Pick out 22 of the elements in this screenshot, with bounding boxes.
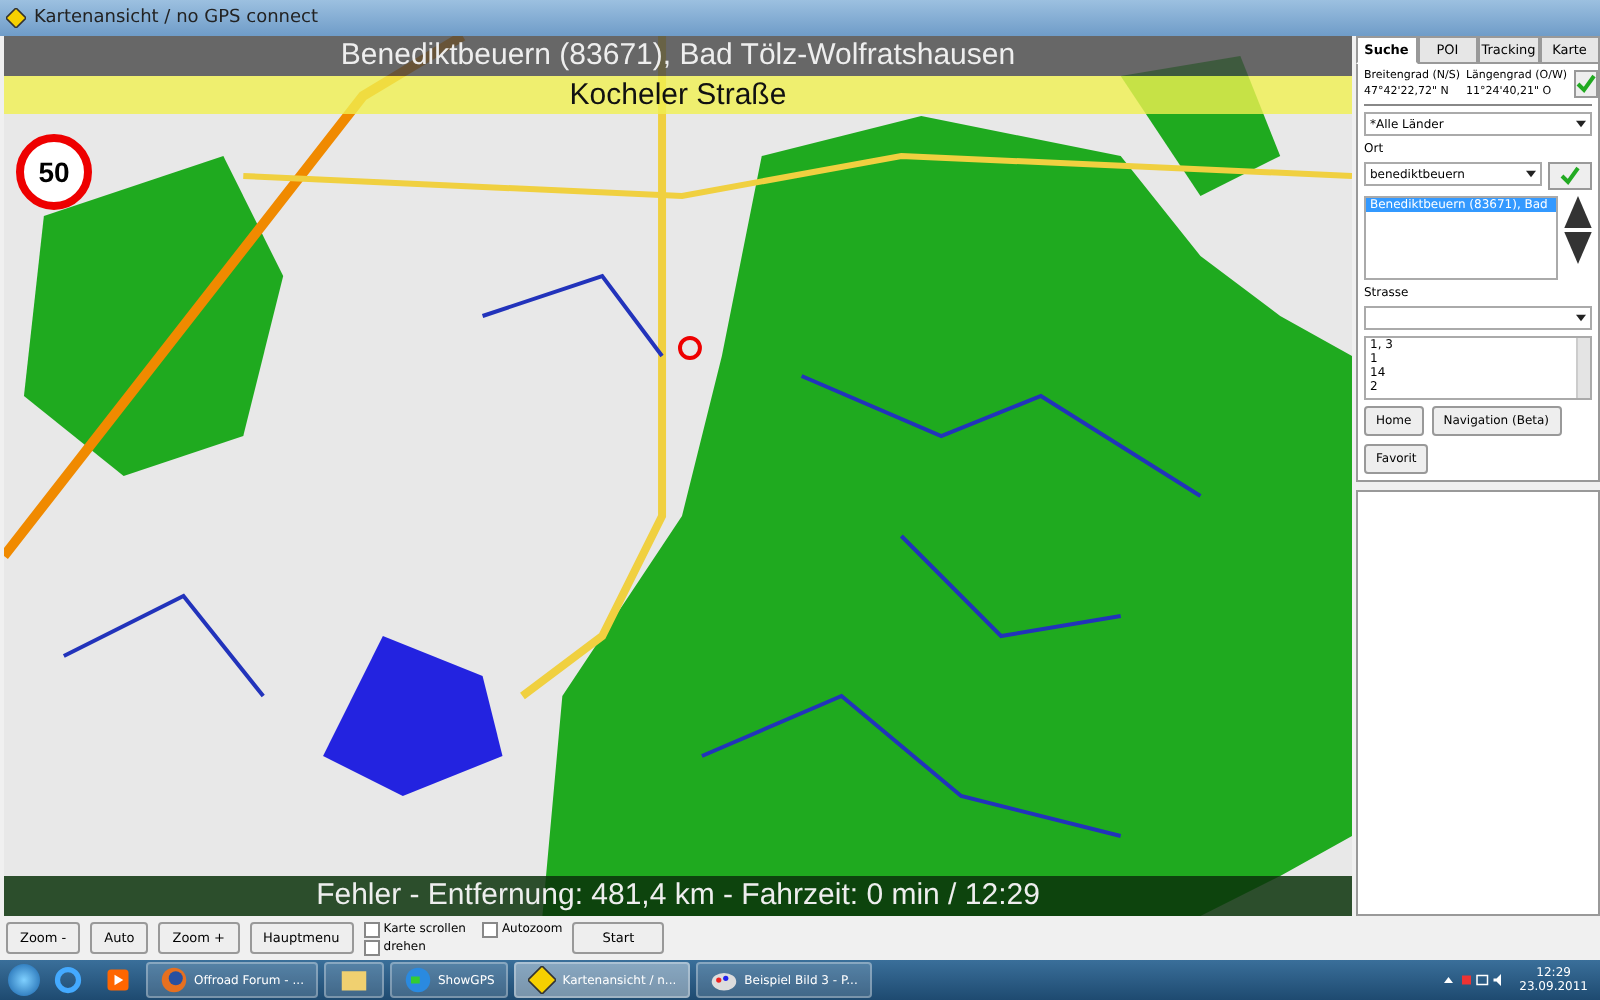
globe-icon — [403, 966, 432, 994]
folder-icon — [337, 966, 370, 994]
location-banner: Benediktbeuern (83671), Bad Tölz-Wolfratshausen — [4, 36, 1352, 76]
route-status-bar: Fehler - Entfernung: 481,4 km - Fahrzeit: 0 min / 12:29 — [4, 876, 1352, 916]
up-arrow-icon[interactable] — [1564, 196, 1592, 228]
checkmark-icon — [1560, 166, 1580, 186]
warning-sign-icon — [528, 966, 557, 994]
scrollbar[interactable] — [1576, 338, 1590, 398]
checkmark-icon — [1575, 74, 1596, 94]
caret-icon — [1576, 120, 1586, 128]
caret-icon — [1576, 314, 1586, 322]
browser-icon — [160, 966, 188, 994]
warning-sign-icon — [6, 8, 26, 28]
caret-icon — [1526, 170, 1536, 178]
taskbar-button[interactable] — [323, 962, 384, 998]
start-orb-icon[interactable] — [8, 964, 40, 996]
down-arrow-icon[interactable] — [1564, 232, 1592, 264]
confirm-button[interactable] — [1573, 70, 1598, 98]
window-title: Kartenansicht / no GPS connect — [34, 8, 318, 28]
system-tray-icons[interactable] — [1443, 974, 1504, 986]
street-banner: Kocheler Straße — [4, 76, 1352, 114]
media-player-icon[interactable] — [104, 966, 132, 994]
